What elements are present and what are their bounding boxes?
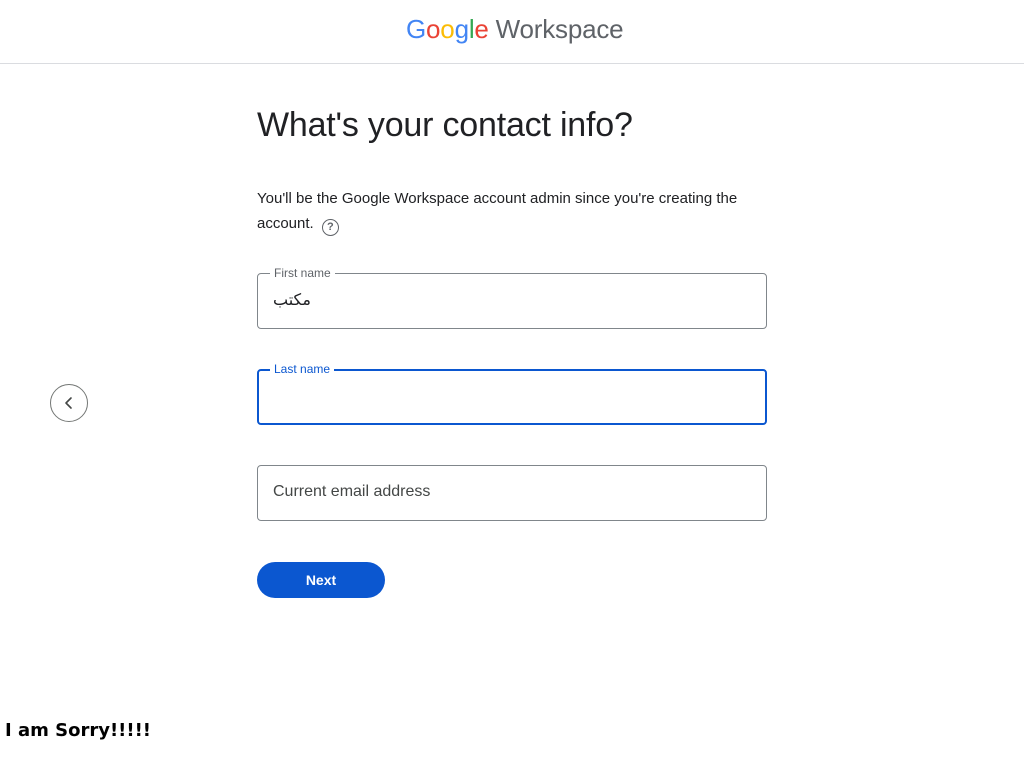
google-workspace-logo: G o o g l e Workspace [406,14,624,48]
logo-letter: e [474,14,489,44]
first-name-value: مكتب [273,292,311,309]
first-name-field[interactable]: First name مكتب [257,266,767,329]
email-placeholder: Current email address [273,483,431,500]
logo-product-name: Workspace [495,14,624,44]
overlay-text: I am Sorry!!!!! [5,720,151,741]
next-button[interactable]: Next [257,562,385,598]
page: G o o g l e Workspace What's your contac… [0,0,1024,768]
last-name-field[interactable]: Last name [257,362,767,425]
page-description: You'll be the Google Workspace account a… [257,186,777,236]
last-name-label: Last name [270,362,335,376]
header: G o o g l e Workspace [0,0,1024,64]
help-circle-icon[interactable]: ? [321,219,339,236]
email-field[interactable]: Current email address [257,465,767,521]
first-name-label: First name [270,266,335,280]
logo-letter: G [406,14,427,44]
logo-letter: o [440,14,455,44]
logo-letter: g [454,14,469,44]
logo-letter: o [426,14,441,44]
back-button[interactable] [50,384,88,422]
chevron-left-icon [65,397,72,409]
page-title: What's your contact info? [257,106,633,144]
